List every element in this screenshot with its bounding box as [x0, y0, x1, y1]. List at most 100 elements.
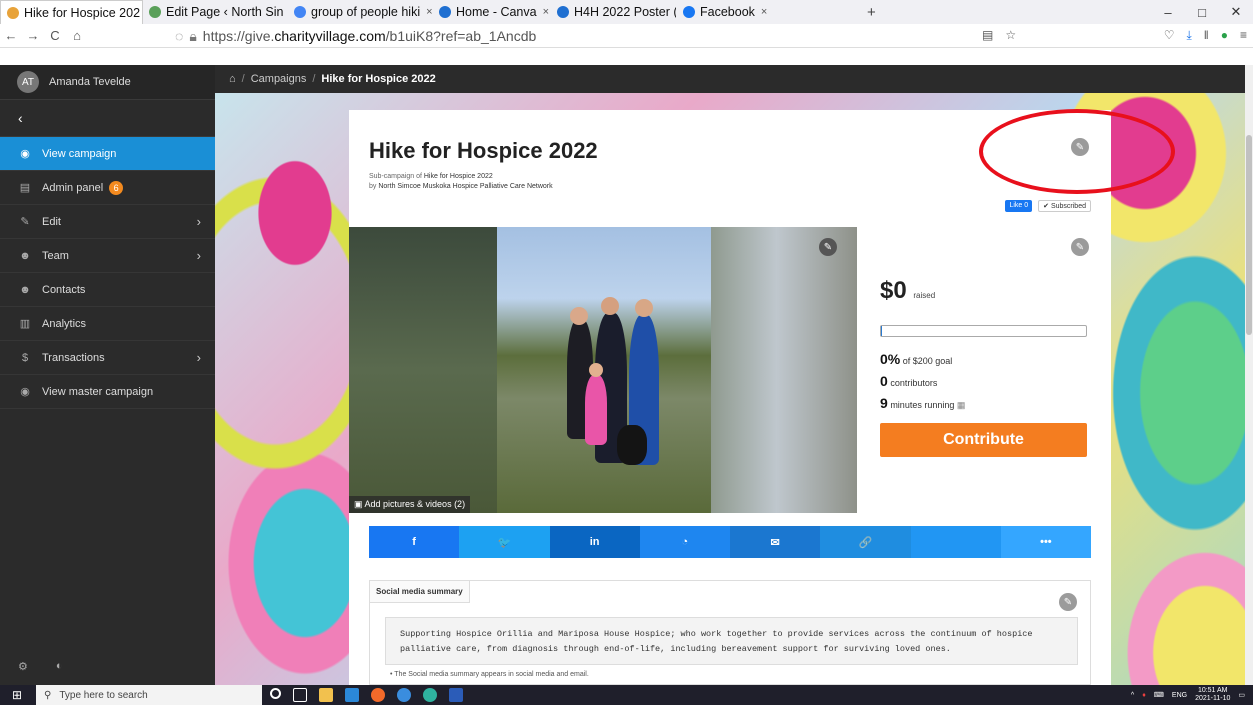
raised-amount: $0 raised [880, 277, 935, 305]
contacts-icon: ☻ [19, 283, 31, 296]
tab-favicon-icon [294, 6, 306, 18]
share-linkedin-button[interactable]: in [549, 526, 640, 558]
social-media-summary: Social media summary ✎ Supporting Hospic… [369, 580, 1091, 685]
contrast-icon[interactable]: ◐ [56, 660, 63, 673]
sidebar-item-edit[interactable]: ✎ Edit › [0, 205, 215, 239]
edit-stats-pencil-icon[interactable]: ✎ [1071, 238, 1089, 256]
share-email-button[interactable]: ✉ [730, 526, 821, 558]
sidebar-item-label: Transactions [42, 351, 105, 364]
sidebar-item-team[interactable]: ☻ Team › [0, 239, 215, 273]
tab-close-icon[interactable]: × [426, 6, 432, 18]
share-link-button[interactable]: 🔗 [820, 526, 911, 558]
pocket-icon[interactable]: ♡ [1164, 28, 1175, 43]
sidebar-item-transactions[interactable]: $ Transactions › [0, 341, 215, 375]
word-icon[interactable] [449, 688, 463, 702]
taskbar-search[interactable]: ⚲ Type here to search [36, 685, 262, 705]
sub-parent-link[interactable]: Hike for Hospice 2022 [424, 173, 493, 180]
menu-icon[interactable]: ≡ [1240, 28, 1247, 43]
tray-chevron-icon[interactable]: ^ [1131, 692, 1134, 699]
breadcrumb: ⌂ / Campaigns / Hike for Hospice 2022 [215, 65, 1245, 93]
notifications-icon[interactable]: ▭ [1238, 691, 1245, 699]
sidebar-item-analytics[interactable]: ▥ Analytics [0, 307, 215, 341]
subscribed-button[interactable]: ✔ Subscribed [1038, 200, 1091, 212]
clipboard-icon: ▤ [19, 182, 31, 194]
clock-date: 2021-11-10 [1195, 695, 1231, 702]
download-icon[interactable]: ⤓ [1186, 28, 1191, 43]
file-explorer-icon[interactable] [319, 688, 333, 702]
breadcrumb-campaigns[interactable]: Campaigns [251, 73, 307, 85]
share-more-button[interactable]: ••• [1000, 526, 1091, 558]
facebook-icon: f [412, 536, 416, 548]
settings-icon[interactable]: ⚙ [18, 660, 28, 673]
chrome-icon[interactable] [397, 688, 411, 702]
share-twitter-button[interactable]: 🐦 [459, 526, 550, 558]
eye-icon: ◉ [20, 148, 30, 160]
share-facebook-button[interactable]: f [369, 526, 460, 558]
fb-like-button[interactable]: Like 0 [1005, 200, 1033, 212]
page-content: AT Amanda Tevelde ‹ ◉ View campaign ▤ Admin… [0, 65, 1245, 685]
image-icon: ▣ [354, 499, 365, 509]
browser-tab[interactable]: Edit Page ‹ North Sin× [143, 0, 288, 24]
tab-favicon-icon [683, 6, 695, 18]
windows-start-icon[interactable]: ⊞ [12, 688, 22, 702]
tray-app-icon[interactable]: ♦ [1142, 692, 1146, 699]
browser-tab[interactable]: Hike for Hospice 202× [0, 0, 143, 24]
contribute-button[interactable]: Contribute [880, 423, 1087, 457]
minimize-icon[interactable]: – [1151, 5, 1185, 20]
more-icon: ••• [1040, 536, 1052, 548]
forward-icon[interactable]: → [22, 28, 44, 43]
edit-summary-pencil-icon[interactable]: ✎ [1059, 593, 1077, 611]
social-summary-tab[interactable]: Social media summary [370, 581, 470, 603]
sidebar-item-view-campaign[interactable]: ◉ View campaign [0, 137, 215, 171]
clock[interactable]: 10:51 AM 2021-11-10 [1195, 687, 1230, 703]
windows-taskbar: ⊞ ⚲ Type here to search ^ ♦ ⌨ ENG 10:51 A… [0, 685, 1253, 705]
new-tab-icon[interactable]: + [857, 0, 886, 24]
browser-tab[interactable]: H4H 2022 Poster (19× [551, 0, 677, 24]
by-prefix: by [369, 183, 379, 190]
task-view-icon[interactable] [293, 688, 307, 702]
tab-favicon-icon [149, 6, 161, 18]
language-indicator[interactable]: ENG [1172, 692, 1187, 699]
page-title: Hike for Hospice 2022 [369, 138, 598, 163]
reload-icon[interactable]: C [44, 28, 66, 43]
user-profile[interactable]: AT Amanda Tevelde [0, 65, 215, 100]
tab-close-icon[interactable]: × [761, 6, 767, 18]
add-pictures-button[interactable]: ▣ Add pictures & videos (2) [349, 496, 471, 513]
org-link[interactable]: North Simcoe Muskoka Hospice Palliative … [378, 183, 552, 190]
contributors-line: 0 contributors [880, 373, 937, 389]
vertical-scrollbar[interactable] [1245, 65, 1253, 685]
firefox-icon[interactable] [371, 688, 385, 702]
browser-tab[interactable]: Home - Canva × [433, 0, 551, 24]
extension-icon[interactable]: ● [1221, 28, 1228, 43]
collapse-chevron-icon[interactable]: ‹ [0, 100, 215, 137]
campaign-subtitle: Sub-campaign of Hike for Hospice 2022 by… [369, 172, 553, 192]
campaign-media[interactable]: ✎ ▣ Add pictures & videos (2) [349, 227, 857, 513]
sidebar-item-contacts[interactable]: ☻ Contacts [0, 273, 215, 307]
edge-icon[interactable] [423, 688, 437, 702]
url-bar[interactable]: ◌ 🔒︎ https://give. charityvillage.com/b1u… [175, 26, 1055, 46]
tab-close-icon[interactable]: × [543, 6, 549, 18]
share-embed-button[interactable] [910, 526, 1001, 558]
running-label: minutes running [890, 400, 955, 410]
reader-view-icon[interactable]: ▤ [982, 28, 993, 42]
sidebar-item-view-master-campaign[interactable]: ◉ View master campaign [0, 375, 215, 409]
cortana-icon[interactable] [270, 688, 281, 699]
bookmark-star-icon[interactable]: ☆ [1005, 28, 1016, 42]
maximize-icon[interactable]: □ [1185, 5, 1219, 20]
sidebar-item-label: Contacts [42, 283, 86, 296]
share-messenger-button[interactable]: ◔ [639, 526, 730, 558]
home-icon[interactable]: ⌂ [66, 28, 88, 43]
sidebar-item-admin-panel[interactable]: ▤ Admin panel 6 [0, 171, 215, 205]
keyboard-icon[interactable]: ⌨ [1154, 691, 1164, 699]
home-breadcrumb-icon[interactable]: ⌂ [229, 73, 236, 85]
sidebar-item-label: View campaign [42, 147, 117, 160]
browser-tab[interactable]: Facebook × [677, 0, 857, 24]
sidebar-item-label: Edit [42, 215, 61, 228]
close-window-icon[interactable]: ✕ [1219, 4, 1253, 20]
back-icon[interactable]: ← [0, 28, 22, 43]
browser-tab[interactable]: group of people hiki × [288, 0, 433, 24]
store-icon[interactable] [345, 688, 359, 702]
edit-media-pencil-icon[interactable]: ✎ [819, 238, 837, 256]
tab-title: group of people hiki [311, 5, 421, 19]
library-icon[interactable]: ‖ [1204, 28, 1209, 43]
